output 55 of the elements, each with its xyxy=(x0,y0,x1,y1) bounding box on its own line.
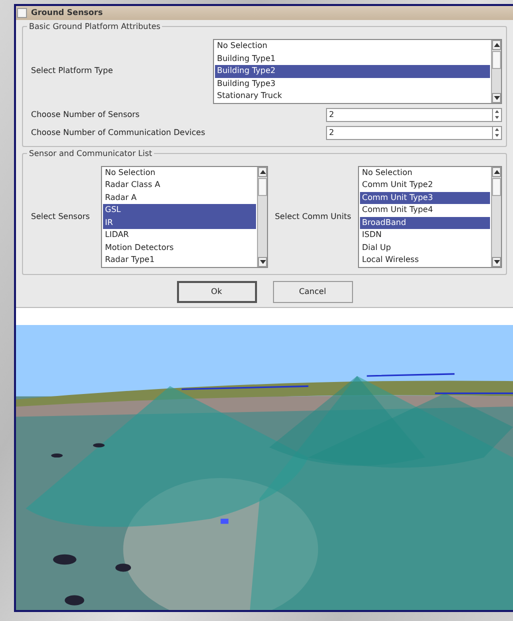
list-item[interactable]: No Selection xyxy=(215,40,490,52)
scroll-up-button[interactable] xyxy=(492,166,501,176)
scroll-up-button[interactable] xyxy=(492,40,501,50)
list-item[interactable]: Radar Type1 xyxy=(103,254,256,266)
field-label: Select Platform Type xyxy=(31,65,114,78)
list-item[interactable]: No Selection xyxy=(360,166,490,179)
up-arrow-icon xyxy=(494,170,500,174)
spin-down-icon[interactable] xyxy=(495,116,499,119)
window-title: Ground Sensors xyxy=(31,7,103,19)
list-item[interactable]: Building Type3 xyxy=(215,78,490,90)
list-item[interactable]: Building Type2 xyxy=(215,65,490,78)
list-item[interactable]: Stationary Truck xyxy=(215,90,490,102)
spin-down-icon[interactable] xyxy=(495,134,499,137)
list-item[interactable]: No Selection xyxy=(103,166,256,179)
scrollbar-thumb[interactable] xyxy=(258,178,267,196)
comm-units-list[interactable]: No Selection Comm Unit Type2 Comm Unit Type3 Comm Unit Type4 BroadBand ISDN Dial Up Local Wireless xyxy=(358,166,502,268)
dialog-button[interactable]: Cancel xyxy=(272,280,352,302)
field-label: Choose Number of Communication Devices xyxy=(31,126,206,138)
comm-count-field[interactable]: 2 xyxy=(326,126,492,140)
list-item[interactable]: Comm Unit Type2 xyxy=(360,179,490,192)
scroll-down-button[interactable] xyxy=(258,256,267,266)
list-item[interactable]: Radar Class A xyxy=(103,179,256,192)
scroll-down-button[interactable] xyxy=(492,256,501,266)
platform-type-list[interactable]: No Selection Building Type1 Building Type2 Building Type3 Stationary Truck xyxy=(213,39,502,104)
list-item[interactable]: IR xyxy=(103,216,256,229)
list-item[interactable]: Comm Unit Type3 xyxy=(360,192,490,204)
scrollbar-thumb[interactable] xyxy=(492,51,501,69)
field-label: Select Sensors xyxy=(31,210,91,222)
window-icon[interactable] xyxy=(17,8,27,18)
scroll-down-button[interactable] xyxy=(492,92,501,102)
up-arrow-icon xyxy=(260,170,266,174)
down-arrow-icon xyxy=(494,260,500,264)
list-item[interactable]: Dial Up xyxy=(360,242,490,254)
group-title: Sensor and Communicator List xyxy=(27,148,154,160)
scrollbar-thumb[interactable] xyxy=(492,178,501,196)
spin-up-icon[interactable] xyxy=(495,128,499,131)
down-arrow-icon xyxy=(260,260,266,264)
sensors-list[interactable]: No Selection Radar Class A Radar A GSL IR LIDAR Motion Detectors Radar Type1 xyxy=(101,166,268,268)
list-item[interactable]: Radar A xyxy=(103,192,256,204)
list-item[interactable]: Motion Detectors xyxy=(103,242,256,254)
field-label: Select Comm Units xyxy=(274,210,352,222)
list-item[interactable]: LIDAR xyxy=(103,229,256,242)
list-item[interactable]: Comm Unit Type4 xyxy=(360,204,490,216)
list-item[interactable]: BroadBand xyxy=(360,216,490,229)
sensor-count-field[interactable]: 2 xyxy=(326,108,492,122)
list-item[interactable]: GSL xyxy=(103,204,256,216)
list-item[interactable]: ISDN xyxy=(360,229,490,242)
field-label: Choose Number of Sensors xyxy=(31,108,141,120)
scroll-up-button[interactable] xyxy=(258,166,267,176)
spin-up-icon[interactable] xyxy=(495,110,499,113)
dialog-button[interactable]: Ok xyxy=(176,280,256,302)
up-arrow-icon xyxy=(494,43,500,47)
down-arrow-icon xyxy=(494,96,500,100)
list-item[interactable]: Building Type1 xyxy=(215,52,490,65)
list-item[interactable]: Local Wireless xyxy=(360,254,490,266)
